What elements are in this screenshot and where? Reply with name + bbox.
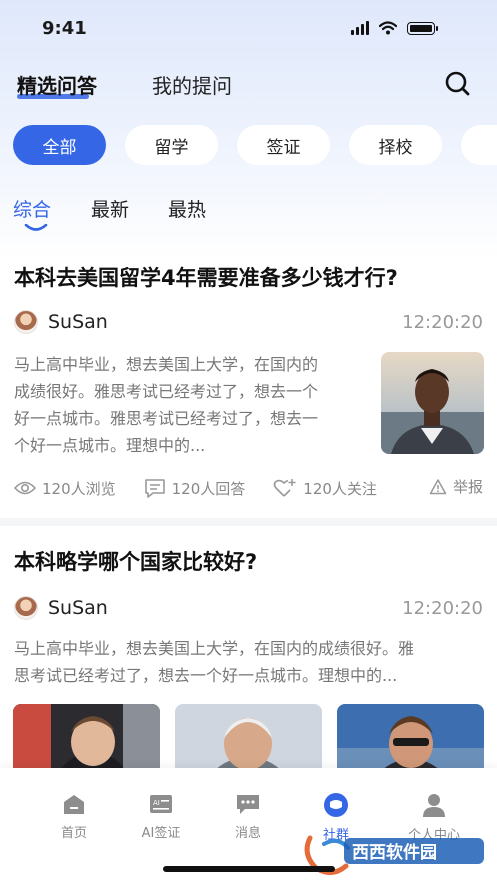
tab-my-questions[interactable]: 我的提问 xyxy=(152,70,232,99)
tab-featured-qa[interactable]: 精选问答 xyxy=(17,70,97,99)
excerpt-line: 马上高中毕业，想去美国上大学，在国内的 xyxy=(14,355,319,374)
excerpt-line: 个好一点城市。理想中的... xyxy=(14,436,206,455)
watermark-brand: 西西软件园 xyxy=(352,842,437,863)
nav-messages[interactable]: 消息 xyxy=(203,792,293,841)
post-time: 12:20:20 xyxy=(402,312,483,333)
question-stats: 120人浏览 120人回答 120人关注 举报 xyxy=(14,476,483,500)
nav-ai-visa[interactable]: AI AI签证 xyxy=(116,792,206,841)
excerpt-line: 思考试已经考过了，想去一个好一点城市。理想中的... xyxy=(14,666,398,685)
question-excerpt: 马上高中毕业，想去美国上大学，在国内的 成绩很好。雅思考试已经考过了，想去一个 … xyxy=(14,351,318,459)
question-title[interactable]: 本科略学哪个国家比较好? xyxy=(14,546,257,576)
author: SuSan xyxy=(14,596,108,620)
chip-all[interactable]: 全部 xyxy=(13,125,106,165)
search-icon xyxy=(445,71,470,96)
excerpt-line: 好一点城市。雅思考试已经考过了，想去一 xyxy=(14,409,319,428)
signal-icon xyxy=(351,19,369,35)
sort-tab-overall[interactable]: 综合 xyxy=(13,195,51,222)
sort-active-indicator xyxy=(24,224,48,231)
watermark-domain: CR173.COM xyxy=(400,868,454,878)
chip-more[interactable] xyxy=(461,125,497,165)
avatar xyxy=(14,596,38,620)
home-indicator xyxy=(163,866,335,872)
view-count-label: 120人浏览 xyxy=(42,479,116,498)
message-icon xyxy=(237,795,259,814)
follow-count-label: 120人关注 xyxy=(303,479,377,498)
question-card[interactable]: 本科去美国留学4年需要准备多少钱才行? SuSan 12:20:20 马上高中毕… xyxy=(0,248,497,518)
person-photo xyxy=(381,352,484,454)
status-bar: 9:41 xyxy=(0,0,497,58)
person-icon xyxy=(423,794,445,817)
post-time: 12:20:20 xyxy=(402,598,483,619)
svg-text:AI: AI xyxy=(153,799,160,807)
community-icon xyxy=(324,793,348,817)
author: SuSan xyxy=(14,310,108,334)
nav-ai-visa-label: AI签证 xyxy=(141,826,181,841)
question-title[interactable]: 本科去美国留学4年需要准备多少钱才行? xyxy=(14,262,398,292)
home-icon xyxy=(64,795,84,814)
chip-study-abroad[interactable]: 留学 xyxy=(125,125,218,165)
excerpt-line: 成绩很好。雅思考试已经考过了，想去一个 xyxy=(14,382,319,401)
report-button[interactable]: 举报 xyxy=(429,476,483,497)
author-name: SuSan xyxy=(48,311,108,333)
warning-icon xyxy=(429,478,447,494)
report-label: 举报 xyxy=(452,478,483,496)
header: 精选问答 我的提问 xyxy=(0,58,497,108)
ai-visa-icon: AI xyxy=(150,795,172,813)
answer-count-label: 120人回答 xyxy=(171,479,246,498)
sort-tab-latest[interactable]: 最新 xyxy=(91,195,129,222)
heart-plus-icon xyxy=(273,479,296,497)
sort-tab-hottest[interactable]: 最热 xyxy=(168,195,206,222)
follow-count[interactable]: 120人关注 xyxy=(273,478,377,499)
excerpt-line: 马上高中毕业，想去美国上大学，在国内的成绩很好。雅 xyxy=(14,639,415,658)
card-divider xyxy=(0,518,497,526)
eye-icon xyxy=(14,481,36,495)
search-button[interactable] xyxy=(440,66,476,102)
status-icons xyxy=(351,19,438,35)
chip-visa[interactable]: 签证 xyxy=(237,125,330,165)
answer-count[interactable]: 120人回答 xyxy=(144,478,246,499)
status-time: 9:41 xyxy=(42,18,87,39)
question-card[interactable]: 本科略学哪个国家比较好? SuSan 12:20:20 马上高中毕业，想去美国上… xyxy=(0,526,497,786)
comment-icon xyxy=(144,479,165,498)
category-chips: 全部 留学 签证 择校 xyxy=(13,125,497,165)
chip-school-choice[interactable]: 择校 xyxy=(349,125,442,165)
nav-home[interactable]: 首页 xyxy=(29,792,119,841)
author-name: SuSan xyxy=(48,597,108,619)
battery-icon xyxy=(407,22,438,35)
question-thumbnail[interactable] xyxy=(381,352,484,454)
nav-messages-label: 消息 xyxy=(234,826,261,841)
view-count: 120人浏览 xyxy=(14,478,116,499)
nav-home-label: 首页 xyxy=(60,826,87,841)
avatar xyxy=(14,310,38,334)
wifi-icon xyxy=(379,21,397,35)
question-excerpt: 马上高中毕业，想去美国上大学，在国内的成绩很好。雅 思考试已经考过了，想去一个好… xyxy=(14,635,414,689)
